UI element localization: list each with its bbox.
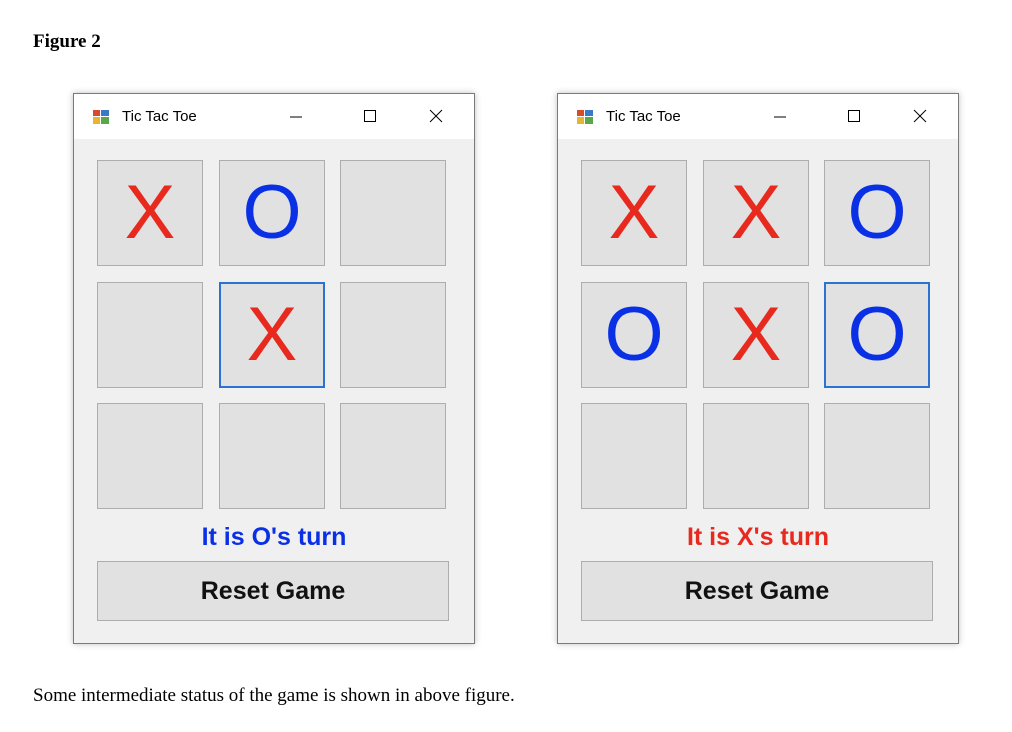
board-cell[interactable] (97, 282, 203, 388)
close-icon (913, 109, 927, 123)
reset-game-button[interactable]: Reset Game (97, 561, 449, 621)
close-button[interactable] (416, 101, 456, 131)
close-icon (429, 109, 443, 123)
board-cell[interactable]: X (97, 160, 203, 266)
title-bar[interactable]: Tic Tac Toe (74, 94, 474, 139)
board-cell[interactable]: X (219, 282, 325, 388)
app-window-icon (93, 110, 109, 124)
maximize-icon (364, 110, 376, 122)
board-cell[interactable] (340, 160, 446, 266)
minimize-button[interactable] (276, 101, 316, 131)
app-window-icon (577, 110, 593, 124)
board-cell[interactable]: X (703, 160, 809, 266)
close-button[interactable] (900, 101, 940, 131)
reset-game-button[interactable]: Reset Game (581, 561, 933, 621)
tic-tac-toe-window: Tic Tac Toe X O X It is O's turn Reset G… (73, 93, 475, 644)
board-cell[interactable]: O (824, 160, 930, 266)
minimize-icon (774, 116, 786, 118)
board-cell[interactable]: X (581, 160, 687, 266)
board-cell[interactable] (581, 403, 687, 509)
tic-tac-toe-window: Tic Tac Toe X X O O X O It is X's turn R… (557, 93, 959, 644)
board-cell[interactable]: O (824, 282, 930, 388)
board-cell[interactable] (340, 282, 446, 388)
board-cell[interactable] (340, 403, 446, 509)
maximize-button[interactable] (834, 101, 874, 131)
board-cell[interactable] (824, 403, 930, 509)
board-cell[interactable]: X (703, 282, 809, 388)
minimize-icon (290, 116, 302, 118)
board-cell[interactable] (97, 403, 203, 509)
maximize-icon (848, 110, 860, 122)
title-bar[interactable]: Tic Tac Toe (558, 94, 958, 139)
figure-caption: Some intermediate status of the game is … (33, 685, 515, 706)
minimize-button[interactable] (760, 101, 800, 131)
board-cell[interactable]: O (581, 282, 687, 388)
window-title: Tic Tac Toe (606, 108, 681, 125)
board-cell[interactable] (703, 403, 809, 509)
board-cell[interactable] (219, 403, 325, 509)
window-title: Tic Tac Toe (122, 108, 197, 125)
maximize-button[interactable] (350, 101, 390, 131)
board-cell[interactable]: O (219, 160, 325, 266)
figure-title: Figure 2 (33, 31, 101, 52)
turn-status-label: It is X's turn (686, 523, 830, 551)
turn-status-label: It is O's turn (201, 523, 347, 551)
